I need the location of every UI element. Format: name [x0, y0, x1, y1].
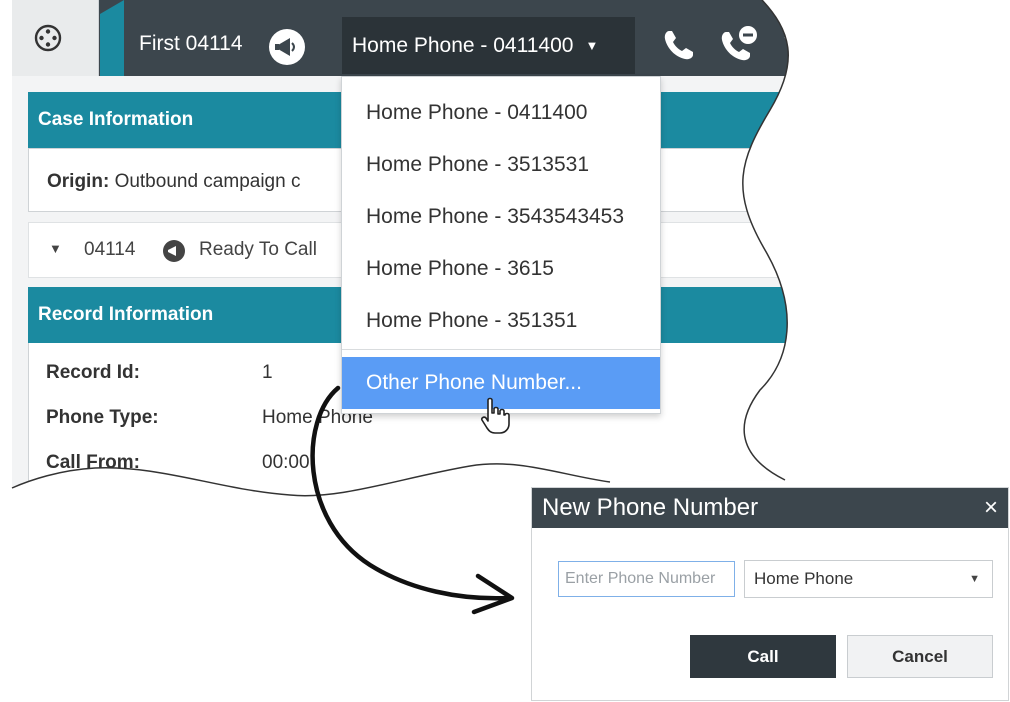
- genesys-logo-icon: [34, 24, 62, 52]
- phone-type-label: Phone Type:: [46, 407, 159, 428]
- interaction-accent: [100, 14, 124, 76]
- chevron-down-icon: ▼: [969, 573, 980, 585]
- menu-item-phone[interactable]: Home Phone - 3615: [342, 243, 660, 295]
- selected-phone-label: Home Phone - 0411400: [352, 33, 574, 57]
- new-phone-number-dialog: New Phone Number × Home Phone ▼ Call Can…: [531, 487, 1009, 701]
- chevron-down-icon[interactable]: ▼: [782, 33, 794, 47]
- record-id-label: Record Id:: [46, 362, 140, 383]
- phone-number-dropdown[interactable]: Home Phone - 0411400 ▼: [342, 17, 635, 74]
- call-to-value: 23:59: [262, 494, 310, 515]
- origin-field: Origin: Outbound campaign c: [47, 171, 301, 192]
- interaction-id: 04114: [84, 239, 136, 260]
- contact-name: First 04114: [139, 32, 243, 55]
- cancel-button[interactable]: Cancel: [847, 635, 993, 678]
- chevron-down-icon[interactable]: ▼: [49, 241, 62, 256]
- outbound-campaign-icon: [162, 239, 186, 263]
- call-status: Ready To Call: [199, 239, 317, 260]
- hand-pointer-icon: [481, 397, 510, 434]
- dialog-title-bar: New Phone Number ×: [532, 488, 1008, 528]
- call-from-label: Call From:: [46, 452, 140, 473]
- call-from-value: 00:00: [262, 452, 310, 473]
- call-with-status-icon[interactable]: [718, 22, 762, 66]
- phone-type-select[interactable]: Home Phone ▼: [744, 560, 993, 598]
- menu-item-phone[interactable]: Home Phone - 3513531: [342, 139, 660, 191]
- dialog-title: New Phone Number: [542, 494, 759, 521]
- top-toolbar: First 04114 Home Phone - 0411400 ▼ ▼: [12, 0, 812, 76]
- call-button[interactable]: Call: [690, 635, 836, 678]
- menu-item-phone[interactable]: Home Phone - 0411400: [342, 87, 660, 139]
- outbound-campaign-icon: [267, 27, 307, 67]
- menu-divider: [342, 349, 660, 350]
- close-icon[interactable]: ×: [984, 494, 998, 522]
- chevron-down-icon: ▼: [585, 38, 599, 53]
- record-id-value: 1: [262, 362, 273, 383]
- call-icon[interactable]: [660, 26, 698, 64]
- phone-number-input[interactable]: [558, 561, 735, 597]
- menu-item-phone[interactable]: Home Phone - 3543543453: [342, 191, 660, 243]
- main-menu-button[interactable]: [12, 0, 99, 76]
- menu-item-phone[interactable]: Home Phone - 351351: [342, 295, 660, 347]
- phone-number-menu: Home Phone - 0411400 Home Phone - 351353…: [341, 76, 661, 414]
